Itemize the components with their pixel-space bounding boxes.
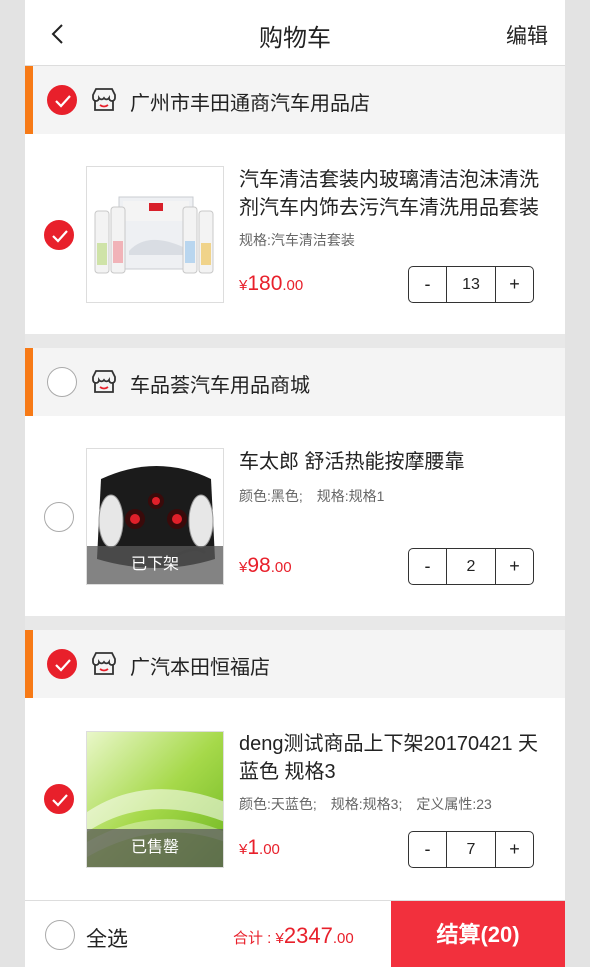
spec-text: 规格:规格1 (316, 488, 385, 504)
quantity-stepper: - 2 + (408, 548, 534, 585)
store-checkbox[interactable] (47, 85, 77, 115)
select-all-label[interactable]: 全选 (86, 923, 128, 953)
checkmark-icon (52, 230, 68, 243)
price-integer: 98 (247, 554, 271, 577)
total-integer: 2347 (283, 923, 333, 948)
decrease-button[interactable]: - (409, 267, 446, 302)
checkmark-icon (55, 659, 71, 672)
product-spec: 颜色:天蓝色; 规格:规格3; 定义属性:23 (239, 794, 492, 814)
shop-icon (90, 369, 118, 395)
product-price: ¥98.00 (239, 554, 292, 578)
checkmark-icon (55, 95, 71, 108)
store-name[interactable]: 广汽本田恒福店 (130, 651, 270, 680)
store-checkbox[interactable] (47, 367, 77, 397)
increase-button[interactable]: + (496, 832, 533, 867)
cart-total: 合计 : ¥2347.00 (233, 923, 354, 949)
quantity-stepper: - 7 + (408, 831, 534, 868)
increase-button[interactable]: + (496, 267, 533, 302)
total-decimal: .00 (332, 930, 354, 947)
cart-item: 已售罄 deng测试商品上下架20170421 天蓝色 规格3 颜色:天蓝色; 规… (25, 698, 565, 900)
status-overlay: 已售罄 (87, 829, 223, 867)
decrease-button[interactable]: - (409, 549, 446, 584)
store-checkbox[interactable] (47, 649, 77, 679)
quantity-input[interactable]: 13 (446, 267, 496, 302)
nav-header: 购物车 编辑 (25, 0, 565, 66)
checkmark-icon (52, 794, 68, 807)
store-name[interactable]: 车品荟汽车用品商城 (130, 369, 310, 398)
product-image[interactable]: 已下架 (86, 448, 224, 585)
cart-page: 购物车 编辑 广州市丰田通商汽车用品店 汽车清洁套装内玻璃清洁泡沫清洗剂汽车内饰… (25, 0, 565, 967)
price-decimal: .00 (270, 559, 292, 576)
spec-text: 规格:汽车清洁套装 (239, 232, 355, 248)
product-price: ¥180.00 (239, 272, 303, 296)
total-currency: ¥ (275, 930, 284, 947)
quantity-input[interactable]: 2 (446, 549, 496, 584)
product-name[interactable]: 汽车清洁套装内玻璃清洁泡沫清洗剂汽车内饰去污汽车清洗用品套装 (239, 166, 549, 222)
spec-text: 颜色:黑色; (239, 488, 303, 504)
decrease-button[interactable]: - (409, 832, 446, 867)
product-price: ¥1.00 (239, 836, 280, 860)
product-image[interactable]: 已售罄 (86, 731, 224, 868)
checkout-button[interactable]: 结算(20) (391, 901, 565, 967)
status-overlay: 已下架 (87, 546, 223, 584)
shop-icon (90, 651, 118, 677)
cart-item: 已下架 车太郎 舒活热能按摩腰靠 颜色:黑色; 规格:规格1 ¥98.00 - 2… (25, 416, 565, 616)
cart-item: 汽车清洁套装内玻璃清洁泡沫清洗剂汽车内饰去污汽车清洗用品套装 规格:汽车清洁套装… (25, 134, 565, 334)
store-header: 广州市丰田通商汽车用品店 (25, 66, 565, 134)
price-decimal: .00 (259, 841, 280, 858)
page-title: 购物车 (259, 25, 331, 52)
spec-text: 颜色:天蓝色; (239, 796, 317, 812)
product-image[interactable] (86, 166, 224, 303)
store-name[interactable]: 广州市丰田通商汽车用品店 (130, 87, 370, 116)
item-checkbox[interactable] (44, 502, 74, 532)
item-checkbox[interactable] (44, 784, 74, 814)
price-integer: 180 (247, 272, 283, 295)
product-spec: 颜色:黑色; 规格:规格1 (239, 486, 384, 506)
shop-icon (90, 87, 118, 113)
price-decimal: .00 (282, 277, 304, 294)
increase-button[interactable]: + (496, 549, 533, 584)
item-checkbox[interactable] (44, 220, 74, 250)
spec-text: 定义属性:23 (416, 796, 492, 812)
spec-text: 规格:规格3; (330, 796, 403, 812)
product-spec: 规格:汽车清洁套装 (239, 230, 355, 250)
product-name[interactable]: 车太郎 舒活热能按摩腰靠 (239, 448, 549, 476)
total-label: 合计 : (233, 930, 276, 947)
cleaning-kit-image (87, 167, 223, 302)
product-name[interactable]: deng测试商品上下架20170421 天蓝色 规格3 (239, 730, 549, 786)
store-header: 车品荟汽车用品商城 (25, 348, 565, 416)
select-all-checkbox[interactable] (45, 920, 75, 950)
quantity-stepper: - 13 + (408, 266, 534, 303)
store-header: 广汽本田恒福店 (25, 630, 565, 698)
edit-button[interactable]: 编辑 (506, 20, 548, 50)
cart-footer: 全选 合计 : ¥2347.00 结算(20) (25, 900, 565, 967)
price-integer: 1 (247, 836, 260, 859)
quantity-input[interactable]: 7 (446, 832, 496, 867)
